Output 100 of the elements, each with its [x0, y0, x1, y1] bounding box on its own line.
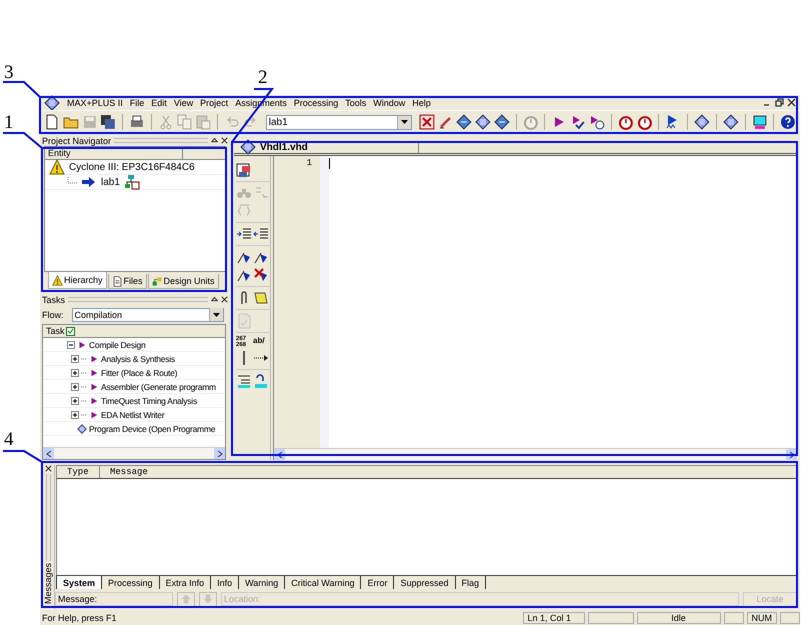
scroll-icon[interactable]: [253, 290, 269, 306]
dropdown-arrow-icon[interactable]: [400, 120, 408, 124]
callout-number: 3: [4, 63, 14, 82]
leader-line: [3, 132, 43, 149]
task-item[interactable]: Compile Design: [89, 340, 146, 350]
message-tab[interactable]: System: [56, 576, 102, 589]
num-lock-indicator: NUM: [746, 612, 777, 624]
play-clock-icon[interactable]: [588, 114, 605, 130]
task-item[interactable]: Program Device (Open Programme: [89, 424, 216, 434]
tree-connector-icon: [81, 398, 87, 402]
hierarchy-icon: [124, 174, 140, 190]
entity-dropdown[interactable]: lab1: [266, 114, 412, 130]
tree-connector-icon: [81, 356, 87, 360]
task-item[interactable]: TimeQuest Timing Analysis: [101, 396, 197, 406]
scroll-right-icon[interactable]: [788, 452, 794, 458]
status-panel: [724, 612, 744, 624]
close-icon[interactable]: [44, 465, 52, 472]
diamond-icon[interactable]: [456, 114, 472, 130]
stopwatch-icon[interactable]: [618, 114, 634, 130]
scroll-right-icon[interactable]: [216, 450, 222, 456]
collapse-panel-icon[interactable]: [211, 296, 218, 303]
panel-tab[interactable]: Hierarchy: [48, 272, 107, 289]
panel-tab[interactable]: Design Units: [148, 274, 219, 289]
new-file-icon[interactable]: [44, 114, 60, 130]
task-item[interactable]: Assembler (Generate programm: [101, 382, 216, 392]
task-item[interactable]: Analysis & Synthesis: [101, 354, 175, 364]
menu-item[interactable]: Help: [412, 98, 431, 108]
close-icon[interactable]: [221, 137, 228, 144]
chip-icon[interactable]: [44, 94, 60, 110]
status-text: For Help, press F1: [42, 612, 118, 622]
callout-number: 2: [258, 68, 268, 87]
menu-item[interactable]: View: [174, 98, 194, 108]
chip-icon[interactable]: [694, 114, 710, 130]
chip-icon[interactable]: [475, 114, 491, 130]
help-icon[interactable]: [780, 114, 796, 130]
play-check-icon[interactable]: [570, 114, 586, 130]
bookmark-clear-icon[interactable]: [253, 267, 269, 283]
message-tab[interactable]: Info: [210, 576, 238, 589]
callout-number: 4: [4, 430, 14, 449]
close-icon[interactable]: [787, 98, 796, 107]
line-number: 1: [306, 158, 312, 168]
message-tab[interactable]: Warning: [238, 576, 284, 589]
message-tab[interactable]: Flag: [454, 576, 486, 589]
message-tab[interactable]: Critical Warning: [284, 576, 360, 589]
chip-icon: [77, 424, 87, 434]
menu-item[interactable]: Processing: [294, 98, 338, 108]
insert-template-icon[interactable]: [236, 162, 252, 178]
tree-item[interactable]: lab1: [101, 176, 120, 188]
collapse-icon[interactable]: [67, 340, 75, 348]
cursor-position: Ln 1, Col 1: [522, 612, 584, 624]
expand-icon[interactable]: [71, 368, 79, 376]
checkbox-icon: [66, 326, 75, 336]
panel-tab[interactable]: Files: [108, 274, 147, 289]
panel-title: Project Navigator: [42, 136, 112, 146]
horizontal-scrollbar[interactable]: [43, 447, 225, 459]
message-tab[interactable]: Extra Info: [158, 576, 210, 589]
message-tab[interactable]: Processing: [101, 576, 159, 589]
unwrap-icon[interactable]: [253, 373, 269, 389]
monitor-icon[interactable]: [752, 114, 768, 130]
expand-icon[interactable]: [71, 410, 79, 418]
stopwatch-icon[interactable]: [636, 114, 652, 130]
flow-dropdown[interactable]: Compilation: [72, 308, 224, 322]
collapse-panel-icon[interactable]: [211, 137, 218, 144]
close-icon[interactable]: [221, 296, 228, 303]
expand-icon[interactable]: [71, 382, 79, 390]
menu-item[interactable]: File: [130, 98, 144, 108]
navigate-button[interactable]: [177, 592, 195, 606]
tree-item[interactable]: Cyclone III: EP3C16F484C6: [69, 162, 195, 172]
menu-item[interactable]: Tools: [345, 98, 366, 108]
message-tab[interactable]: Error: [360, 576, 394, 589]
stop-icon[interactable]: [418, 114, 435, 130]
label-tool[interactable]: ab/: [253, 336, 270, 348]
expand-icon[interactable]: [71, 354, 79, 362]
scroll-left-icon[interactable]: [46, 450, 52, 456]
panel-title: Tasks: [42, 294, 66, 304]
message-field[interactable]: Message:: [55, 592, 173, 606]
chip-icon[interactable]: [722, 114, 739, 130]
dropdown-arrow-icon[interactable]: [213, 312, 220, 316]
diamond-icon[interactable]: [494, 114, 510, 130]
callout-number: 1: [4, 113, 14, 132]
wrap-icon[interactable]: [236, 373, 252, 389]
menu-item[interactable]: Project: [200, 98, 228, 108]
menu-item[interactable]: Edit: [151, 98, 167, 108]
expand-icon[interactable]: [71, 396, 79, 404]
file-tab[interactable]: Vhdl1.vhd: [234, 141, 419, 153]
warning-icon: [49, 159, 65, 175]
scroll-left-icon[interactable]: [276, 452, 282, 458]
column-header[interactable]: Type: [57, 466, 100, 478]
save-all-icon[interactable]: [100, 114, 116, 130]
task-item[interactable]: EDA Netlist Writer: [101, 410, 164, 420]
navigate-button[interactable]: [199, 592, 217, 606]
task-item[interactable]: Fitter (Place & Route): [101, 368, 178, 378]
printer-icon[interactable]: [129, 114, 145, 130]
status-state: Idle: [636, 612, 720, 624]
status-panel: [588, 612, 634, 624]
menu-item[interactable]: Window: [373, 98, 406, 108]
column-header[interactable]: Message: [100, 466, 148, 478]
column-header[interactable]: Task: [43, 325, 75, 337]
message-tab[interactable]: Suppressed: [393, 576, 455, 589]
restore-icon[interactable]: [775, 98, 784, 107]
